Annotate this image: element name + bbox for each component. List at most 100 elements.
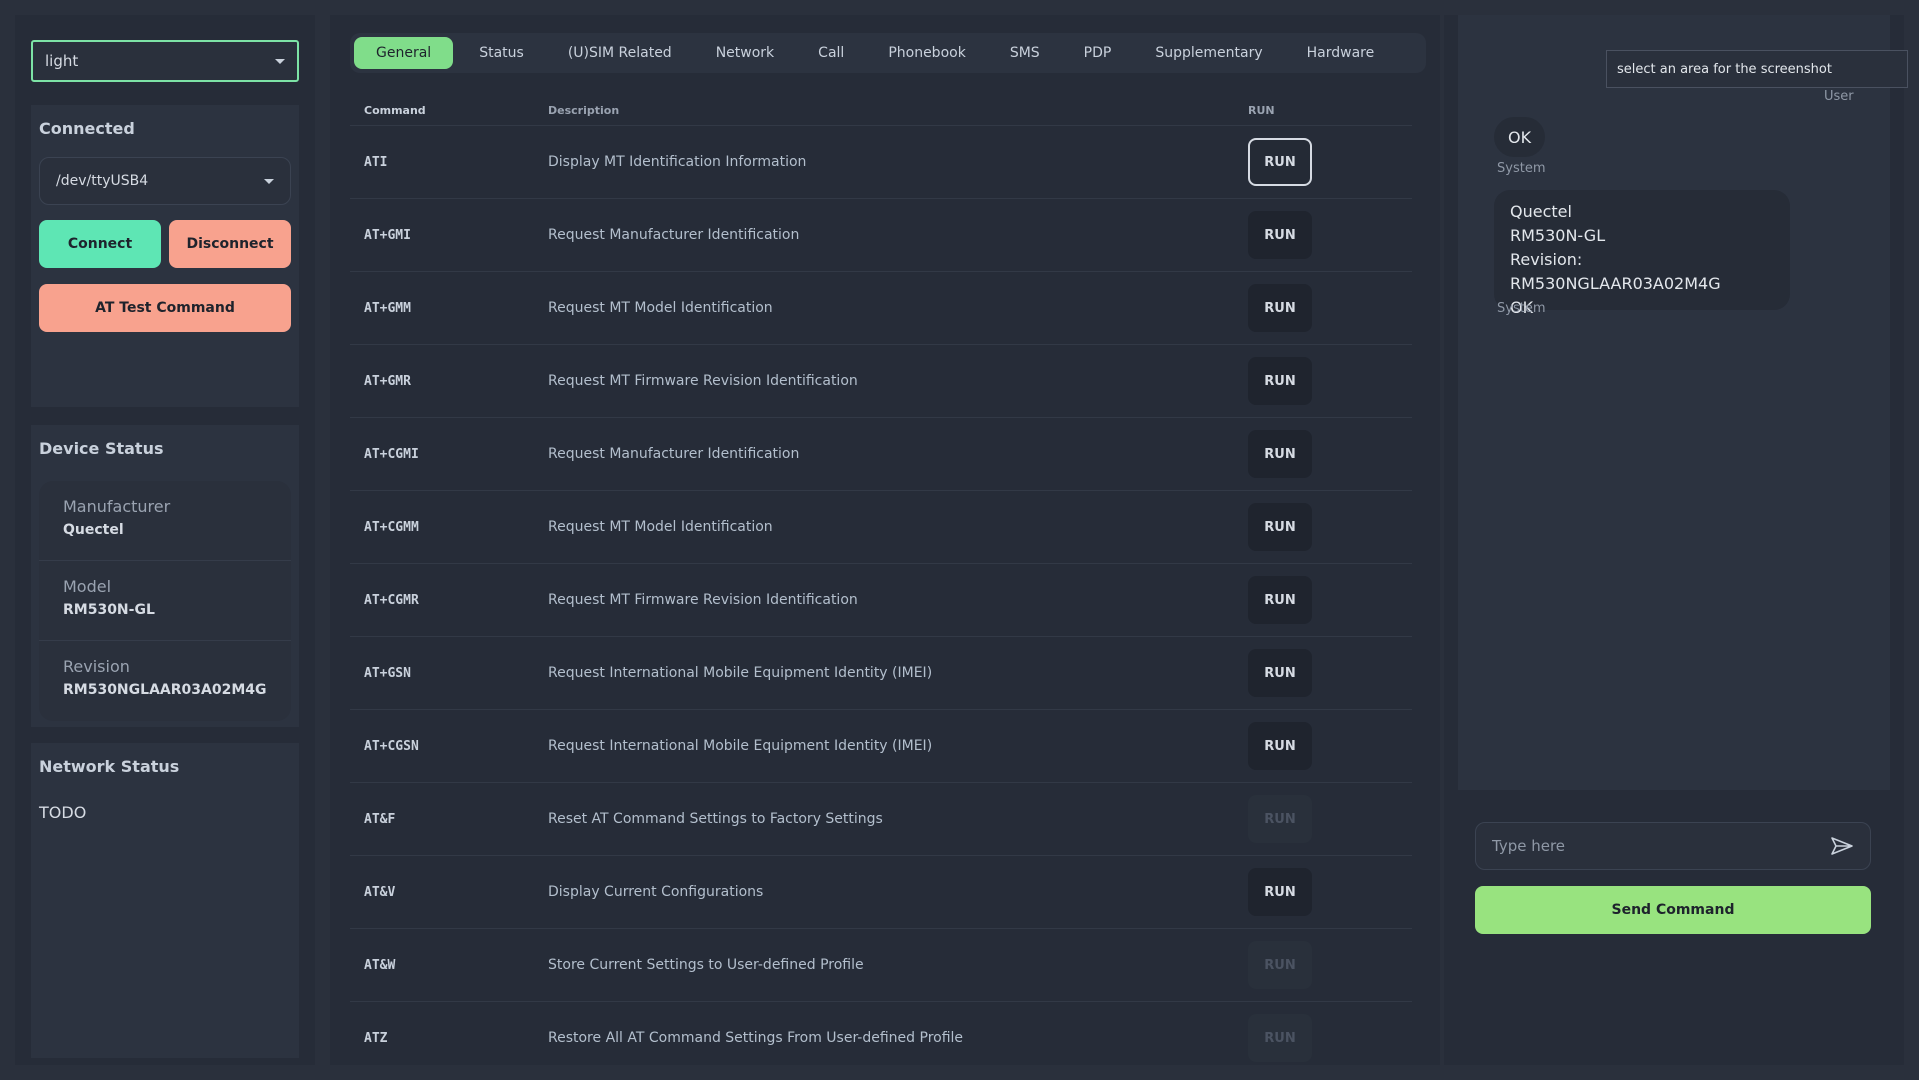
tab-supplementary[interactable]: Supplementary <box>1133 37 1284 69</box>
run-button[interactable]: RUN <box>1248 211 1312 259</box>
response-line: OK <box>1510 298 1534 317</box>
run-cell: RUN <box>1248 284 1412 332</box>
run-button[interactable]: RUN <box>1248 722 1312 770</box>
description-cell: Request International Mobile Equipment I… <box>548 738 933 754</box>
chat-message-ok: OK <box>1494 117 1546 157</box>
run-button[interactable]: RUN <box>1248 503 1312 551</box>
run-button: RUN <box>1248 795 1312 843</box>
run-cell: RUN <box>1248 722 1412 770</box>
run-cell: RUN <box>1248 430 1412 478</box>
table-row: AT&W Store Current Settings to User-defin… <box>350 928 1412 1001</box>
status-item-model: Model RM530N-GL <box>39 561 291 641</box>
table-row: AT+GMI Request Manufacturer Identificatio… <box>350 198 1412 271</box>
left-panel: light Connected /dev/ttyUSB4 Connect Dis… <box>15 15 315 1065</box>
connect-button[interactable]: Connect <box>39 220 161 268</box>
command-input[interactable] <box>1492 837 1830 855</box>
table-row: AT&F Reset AT Command Settings to Factory… <box>350 782 1412 855</box>
table-row: AT+CGMR Request MT Firmware Revision Iden… <box>350 563 1412 636</box>
tab-usim-related[interactable]: (U)SIM Related <box>546 37 694 69</box>
run-cell: RUN <box>1248 795 1412 843</box>
tab-phonebook[interactable]: Phonebook <box>866 37 988 69</box>
tab-pdp[interactable]: PDP <box>1062 37 1134 69</box>
tab-call[interactable]: Call <box>796 37 866 69</box>
description-cell: Request Manufacturer Identification <box>548 446 800 462</box>
run-button[interactable]: RUN <box>1248 430 1312 478</box>
port-select-value: /dev/ttyUSB4 <box>56 173 149 189</box>
run-cell: RUN <box>1248 941 1412 989</box>
column-header-description: Description <box>548 103 620 117</box>
send-command-button[interactable]: Send Command <box>1475 886 1871 934</box>
command-input-box <box>1475 822 1871 870</box>
connection-title: Connected <box>39 119 135 138</box>
command-cell: AT+CGMI <box>364 446 419 462</box>
device-status-list: Manufacturer Quectel Model RM530N-GL Rev… <box>39 481 291 721</box>
tab-general[interactable]: General <box>354 37 454 69</box>
command-cell: AT+CGSN <box>364 738 419 754</box>
command-table: Command Description RUN ATI Display MT Id… <box>350 95 1412 1065</box>
status-value: Quectel <box>63 522 124 538</box>
chat-system-label: System <box>1497 161 1546 176</box>
port-select[interactable]: /dev/ttyUSB4 <box>39 157 291 205</box>
run-button[interactable]: RUN <box>1248 576 1312 624</box>
screenshot-tooltip: select an area for the screenshot <box>1606 50 1908 88</box>
table-header: Command Description RUN <box>350 95 1412 125</box>
run-button[interactable]: RUN <box>1248 138 1312 186</box>
at-test-command-button[interactable]: AT Test Command <box>39 284 291 332</box>
description-cell: Restore All AT Command Settings From Use… <box>548 1030 964 1046</box>
table-row: AT+CGSN Request International Mobile Equi… <box>350 709 1412 782</box>
table-body: ATI Display MT Identification Information… <box>350 125 1412 1065</box>
description-cell: Reset AT Command Settings to Factory Set… <box>548 811 883 827</box>
run-button[interactable]: RUN <box>1248 357 1312 405</box>
table-row: AT&V Display Current Configurations RUN <box>350 855 1412 928</box>
run-cell: RUN <box>1248 138 1412 186</box>
tab-status[interactable]: Status <box>457 37 546 69</box>
description-cell: Request MT Model Identification <box>548 519 773 535</box>
table-row: AT+GMM Request MT Model Identification RUN <box>350 271 1412 344</box>
status-label: Model <box>63 577 112 596</box>
command-cell: AT+GMR <box>364 373 411 389</box>
network-status-card: Network Status TODO <box>31 743 299 1058</box>
command-cell: ATZ <box>364 1030 388 1046</box>
command-cell: AT&F <box>364 811 396 827</box>
run-button[interactable]: RUN <box>1248 284 1312 332</box>
run-button: RUN <box>1248 941 1312 989</box>
status-label: Manufacturer <box>63 497 171 516</box>
run-cell: RUN <box>1248 211 1412 259</box>
run-button[interactable]: RUN <box>1248 868 1312 916</box>
app-root: light Connected /dev/ttyUSB4 Connect Dis… <box>0 0 1919 1080</box>
chat-system-label: System <box>1497 301 1546 316</box>
tab-network[interactable]: Network <box>694 37 796 69</box>
theme-select[interactable]: light <box>31 40 299 82</box>
table-row: AT+CGMM Request MT Model Identification RU… <box>350 490 1412 563</box>
connection-card: Connected /dev/ttyUSB4 Connect Disconnec… <box>31 105 299 407</box>
network-status-value: TODO <box>39 803 87 822</box>
run-button[interactable]: RUN <box>1248 649 1312 697</box>
status-value: RM530NGLAAR03A02M4G <box>63 682 267 698</box>
command-cell: ATI <box>364 154 388 170</box>
status-item-manufacturer: Manufacturer Quectel <box>39 481 291 561</box>
disconnect-button[interactable]: Disconnect <box>169 220 291 268</box>
run-cell: RUN <box>1248 357 1412 405</box>
response-line: Revision: RM530NGLAAR03A02M4G <box>1510 250 1721 293</box>
status-value: RM530N-GL <box>63 602 155 618</box>
description-cell: Request MT Firmware Revision Identificat… <box>548 592 858 608</box>
description-cell: Request MT Firmware Revision Identificat… <box>548 373 858 389</box>
command-cell: AT&V <box>364 884 396 900</box>
theme-select-value: light <box>45 52 79 70</box>
response-line: Quectel <box>1510 202 1572 221</box>
chat-log: AT User OK System Quectel RM530N-GL Revi… <box>1458 15 1890 790</box>
command-cell: AT&W <box>364 957 396 973</box>
command-panel: General Status (U)SIM Related Network Ca… <box>330 15 1440 1065</box>
run-button: RUN <box>1248 1014 1312 1062</box>
command-cell: AT+GMM <box>364 300 411 316</box>
description-cell: Store Current Settings to User-defined P… <box>548 957 864 973</box>
tab-hardware[interactable]: Hardware <box>1285 37 1397 69</box>
response-line: RM530N-GL <box>1510 226 1606 245</box>
tab-sms[interactable]: SMS <box>988 37 1062 69</box>
run-cell: RUN <box>1248 868 1412 916</box>
send-icon[interactable] <box>1830 834 1854 858</box>
command-cell: AT+GMI <box>364 227 411 243</box>
table-row: ATI Display MT Identification Information… <box>350 125 1412 198</box>
column-header-run: RUN <box>1248 103 1275 117</box>
description-cell: Request MT Model Identification <box>548 300 773 316</box>
